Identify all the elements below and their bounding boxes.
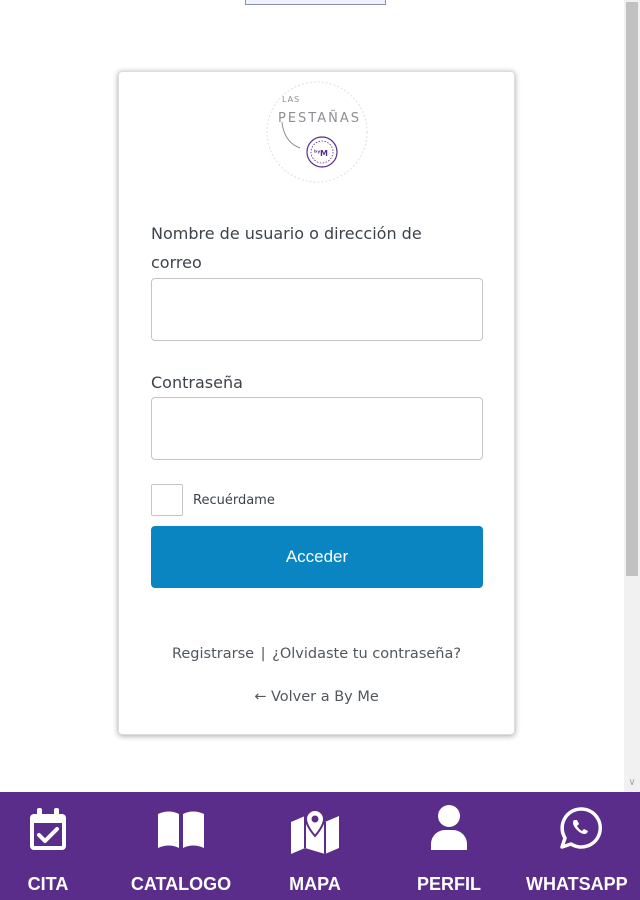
login-submit-button[interactable]: Acceder	[151, 526, 483, 588]
username-input[interactable]	[151, 278, 483, 341]
forgot-password-link[interactable]: ¿Olvidaste tu contraseña?	[272, 646, 461, 662]
nav-label-mapa: MAPA	[289, 874, 341, 894]
site-logo: LAS PESTAÑAS ᵇʸ M	[262, 78, 372, 186]
nav-label-catalogo: CATALOGO	[130, 874, 232, 894]
top-partial-element	[245, 0, 386, 5]
svg-text:M: M	[320, 149, 328, 158]
back-to-site-link[interactable]: ← Volver a By Me	[254, 689, 379, 705]
remember-me-checkbox[interactable]	[151, 484, 183, 516]
nav-item-mapa[interactable]: MAPA	[272, 792, 358, 900]
username-label: Nombre de usuario o dirección de correo	[151, 224, 422, 272]
bottom-navigation: CITA CATALOGO MAPA PERFIL WHATSAPP	[0, 792, 640, 900]
nav-item-perfil[interactable]: PERFIL	[404, 792, 494, 900]
svg-text:LAS: LAS	[282, 95, 300, 104]
scroll-down-arrow-icon[interactable]: ∨	[624, 776, 640, 790]
remember-me-row: Recuérdame	[151, 484, 275, 516]
remember-me-label[interactable]: Recuérdame	[193, 493, 275, 508]
scrollbar-thumb[interactable]	[626, 2, 638, 576]
back-to-site-link-row: ← Volver a By Me	[119, 689, 514, 705]
nav-item-catalogo[interactable]: CATALOGO	[116, 792, 246, 900]
whatsapp-icon	[559, 806, 603, 854]
password-input[interactable]	[151, 397, 483, 460]
link-separator: |	[260, 646, 266, 662]
map-pin-icon	[289, 806, 341, 858]
nav-item-whatsapp[interactable]: WHATSAPP	[522, 792, 640, 900]
nav-label-whatsapp: WHATSAPP	[526, 874, 628, 894]
calendar-check-icon	[28, 808, 68, 856]
book-open-icon	[156, 810, 206, 852]
password-label: Contraseña	[151, 373, 243, 392]
nav-item-cita[interactable]: CITA	[0, 792, 96, 900]
auth-links: Registrarse | ¿Olvidaste tu contraseña?	[119, 646, 514, 662]
register-link[interactable]: Registrarse	[172, 646, 254, 662]
nav-label-perfil: PERFIL	[416, 874, 481, 894]
page-scrollbar[interactable]: ∨	[624, 0, 640, 792]
nav-label-cita: CITA	[27, 874, 69, 894]
login-card: LAS PESTAÑAS ᵇʸ M Nombre de usuario o di…	[118, 71, 515, 735]
user-icon	[429, 804, 469, 856]
logo-wordmark: PESTAÑAS	[278, 110, 361, 126]
